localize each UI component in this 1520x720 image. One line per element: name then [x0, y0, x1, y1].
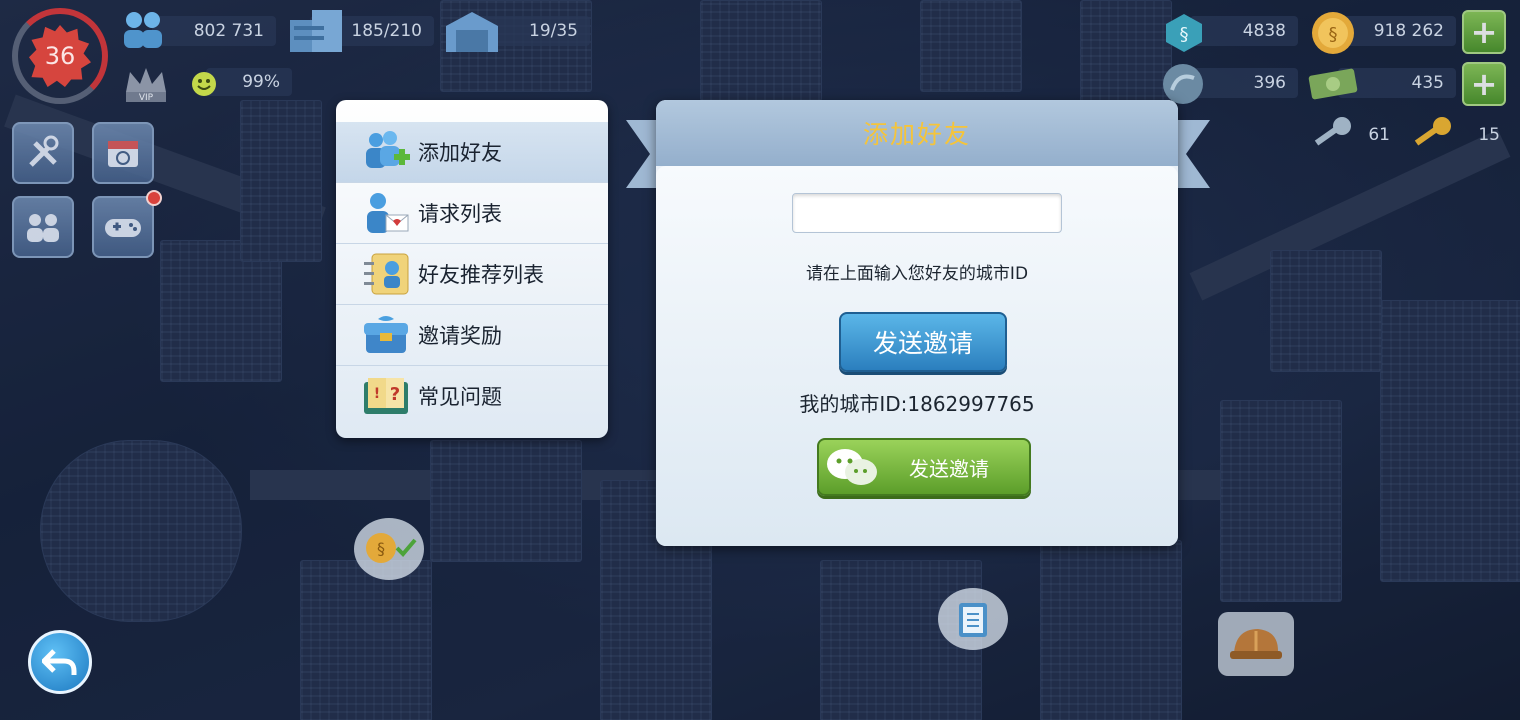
storage-building-icon	[286, 6, 350, 54]
gamepad-icon	[105, 219, 141, 237]
faq-book-icon: ?!	[360, 372, 412, 420]
menu-item-recommend-list[interactable]: 好友推荐列表	[336, 244, 608, 305]
friend-city-id-input[interactable]	[792, 193, 1062, 233]
request-list-icon	[360, 189, 412, 237]
notification-dot	[146, 190, 162, 206]
reward-chest-icon	[360, 311, 412, 359]
back-arrow-icon	[42, 649, 77, 675]
svg-text:§: §	[1329, 24, 1338, 45]
simcash-value: 4838	[1242, 21, 1286, 41]
simoleons-value: 918 262	[1373, 21, 1444, 41]
regional-currency-value: 435	[1411, 73, 1444, 93]
storage-value: 185/210	[351, 21, 422, 41]
coin-collect-bubble[interactable]: §	[354, 518, 424, 580]
happiness-counter: 99%	[206, 68, 292, 96]
tools-icon	[29, 135, 59, 167]
simcash-icon: §	[1160, 10, 1208, 54]
smiley-icon	[190, 70, 218, 98]
build-tools-button[interactable]	[12, 122, 74, 184]
level-ring[interactable]: 36	[12, 8, 108, 104]
gold-keys-value: 15	[1478, 125, 1500, 145]
garage-icon	[442, 6, 502, 54]
svg-text:§: §	[1180, 24, 1189, 45]
menu-item-label: 好友推荐列表	[418, 263, 544, 287]
calendar-button[interactable]	[92, 122, 154, 184]
buy-regional-currency-button[interactable]: +	[1462, 62, 1506, 106]
dialog-title: 添加好友	[862, 120, 971, 149]
silver-keys-value: 61	[1368, 125, 1390, 145]
dialog-body: 请在上面输入您好友的城市ID 发送邀请 我的城市ID:1862997765 发送…	[656, 166, 1178, 546]
menu-item-label: 添加好友	[418, 141, 502, 165]
buy-currency-button[interactable]: +	[1462, 10, 1506, 54]
wechat-icon	[823, 444, 883, 490]
input-hint: 请在上面输入您好友的城市ID	[805, 264, 1029, 284]
svg-text:!: !	[374, 386, 380, 402]
gold-keys-counter: 15	[1450, 120, 1512, 150]
games-button[interactable]	[92, 196, 154, 258]
menu-item-label: 请求列表	[418, 202, 502, 226]
friends-button[interactable]	[12, 196, 74, 258]
level-value: 36	[44, 42, 76, 70]
add-friend-dialog: 添加好友 请在上面输入您好友的城市ID 发送邀请 我的城市ID:18629977…	[656, 100, 1178, 546]
send-invite-button[interactable]: 发送邀请	[839, 312, 1007, 372]
vip-crown-icon[interactable]: VIP	[120, 62, 172, 106]
city-specialization-button[interactable]	[1218, 612, 1294, 676]
calendar-icon	[108, 141, 138, 167]
friends-group-icon	[27, 214, 59, 242]
silver-key-icon	[1306, 112, 1358, 160]
menu-item-label: 常见问题	[418, 385, 502, 409]
neosimoleons-value: 396	[1253, 73, 1286, 93]
send-invite-label: 发送邀请	[872, 329, 973, 358]
menu-item-faq[interactable]: ?! 常见问题	[336, 366, 608, 426]
add-friend-icon	[360, 128, 412, 176]
population-icon	[116, 8, 172, 52]
my-city-id: 我的城市ID:1862997765	[799, 392, 1035, 416]
wechat-invite-label: 发送邀请	[909, 456, 989, 481]
dialog-header: 添加好友	[656, 100, 1178, 166]
recommend-list-icon	[360, 250, 412, 298]
vehicles-value: 19/35	[529, 21, 578, 41]
plus-icon: +	[1470, 65, 1498, 103]
menu-item-request-list[interactable]: 请求列表	[336, 183, 608, 244]
simoleon-coin-icon: §	[1308, 8, 1358, 58]
happiness-value: 99%	[242, 72, 280, 92]
menu-item-invite-reward[interactable]: 邀请奖励	[336, 305, 608, 366]
banknote-icon	[1304, 64, 1362, 104]
clipboard-icon	[959, 603, 987, 637]
menu-item-add-friend[interactable]: 添加好友	[336, 122, 608, 183]
population-value: 802 731	[193, 21, 264, 41]
clipboard-bubble[interactable]	[938, 588, 1008, 650]
friends-menu-panel: 添加好友 请求列表 好友推荐列表 邀请奖励 ?! 常见问题	[336, 100, 608, 438]
menu-item-label: 邀请奖励	[418, 324, 502, 348]
level-badge-icon: 36	[29, 25, 91, 87]
svg-text:§: §	[377, 539, 385, 558]
wechat-invite-button[interactable]: 发送邀请	[817, 438, 1031, 496]
gold-key-icon	[1406, 112, 1458, 160]
svg-text:?: ?	[390, 384, 400, 405]
coin-check-icon: §	[366, 533, 417, 563]
vip-label: VIP	[139, 93, 154, 103]
back-button[interactable]	[28, 630, 92, 694]
plus-icon: +	[1470, 13, 1498, 51]
fire-helmet-icon	[1230, 629, 1282, 659]
